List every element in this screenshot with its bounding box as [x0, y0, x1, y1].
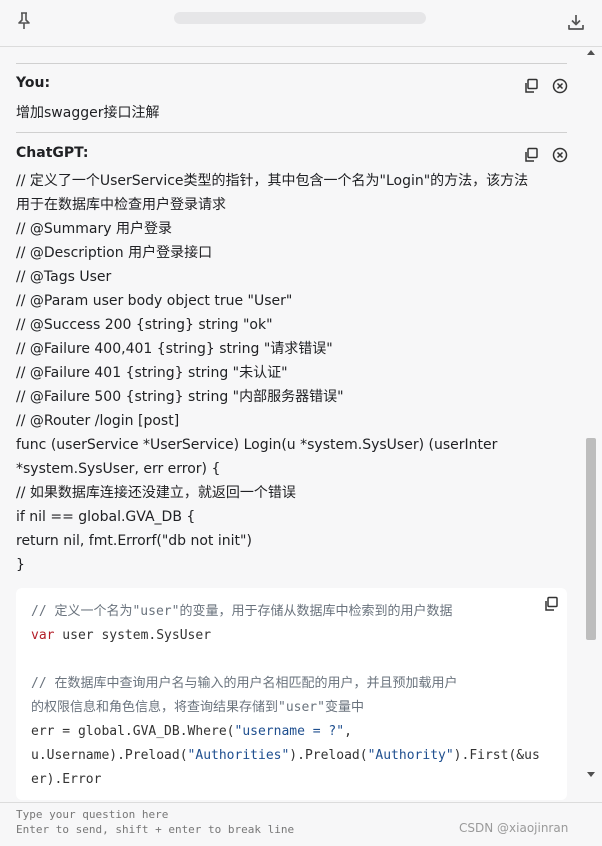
message-line: // @Failure 500 {string} string "内部服务器错误… — [16, 389, 344, 405]
message-line: return nil, fmt.Errorf("db not init") — [16, 533, 252, 549]
scroll-down-arrow-icon[interactable] — [587, 772, 595, 777]
code-block: // 定义一个名为"user"的变量，用于存储从数据库中检索到的用户数据 var… — [16, 588, 567, 800]
message-line: // @Router /login [post] — [16, 413, 180, 429]
pin-icon[interactable] — [16, 12, 32, 30]
code-line: var user system.SysUser — [31, 624, 553, 648]
message-line: // 如果数据库连接还没建立，就返回一个错误 — [16, 485, 296, 501]
placeholder-hint: Enter to send, shift + enter to break li… — [16, 823, 295, 836]
message-line: if nil == global.GVA_DB { — [16, 509, 196, 525]
message-line: *system.SysUser, err error) { — [16, 461, 221, 477]
code-text: u.Username).Preload( — [31, 748, 188, 763]
top-divider — [0, 46, 602, 47]
copy-icon[interactable] — [523, 147, 539, 163]
assistant-author-label: ChatGPT: — [16, 145, 89, 161]
message-line: // @Param user body object true "User" — [16, 293, 293, 309]
close-circle-icon[interactable] — [552, 78, 568, 94]
message-line: } — [16, 557, 25, 573]
close-circle-icon[interactable] — [552, 147, 568, 163]
message-line: 用于在数据库中检查用户登录请求 — [16, 197, 226, 213]
code-string: "Authority" — [367, 748, 454, 763]
user-author-label: You: — [16, 75, 51, 91]
top-bar — [0, 0, 602, 44]
message-line: // @Summary 用户登录 — [16, 221, 172, 237]
code-keyword: var — [31, 628, 55, 643]
scrollbar-thumb[interactable] — [586, 438, 596, 640]
message-line: // @Success 200 {string} string "ok" — [16, 317, 273, 333]
code-comment-line: // 在数据库中查询用户名与输入的用户名相匹配的用户，并且预加载用户 — [31, 676, 458, 691]
code-string: "username = ?" — [234, 724, 345, 739]
assistant-message-body: // 定义了一个UserService类型的指针，其中包含一个名为"Login"… — [16, 169, 567, 577]
message-line: // @Description 用户登录接口 — [16, 245, 213, 261]
code-line: err = global.GVA_DB.Where("username = ?"… — [31, 720, 553, 744]
watermark: CSDN @xiaojinran — [459, 821, 569, 835]
input-placeholder: Type your question here Enter to send, s… — [16, 807, 436, 837]
message-line: // 定义了一个UserService类型的指针，其中包含一个名为"Login"… — [16, 173, 529, 189]
message-divider — [16, 63, 567, 64]
scrollbar[interactable] — [584, 48, 598, 800]
code-content: // 定义一个名为"user"的变量，用于存储从数据库中检索到的用户数据 var… — [31, 600, 553, 792]
code-text: ).First(&us — [453, 748, 540, 763]
code-line: u.Username).Preload("Authorities").Prelo… — [31, 744, 553, 768]
code-text: ).Preload( — [289, 748, 368, 763]
code-line: er).Error — [31, 772, 102, 787]
url-bar — [174, 12, 426, 24]
placeholder-line: Type your question here — [16, 808, 169, 821]
download-icon[interactable] — [567, 13, 585, 31]
code-comment-line: 的权限信息和角色信息，将查询结果存储到"user"变量中 — [31, 700, 364, 715]
user-message-text: 增加swagger接口注解 — [16, 105, 160, 121]
message-line: // @Tags User — [16, 269, 112, 285]
message-line: // @Failure 400,401 {string} string "请求错… — [16, 341, 333, 357]
code-comment-line: // 定义一个名为"user"的变量，用于存储从数据库中检索到的用户数据 — [31, 604, 453, 619]
message-line: func (userService *UserService) Login(u … — [16, 437, 498, 453]
code-text: err = global.GVA_DB.Where( — [31, 724, 235, 739]
scroll-up-arrow-icon[interactable] — [587, 50, 595, 55]
message-line: // @Failure 401 {string} string "未认证" — [16, 365, 288, 381]
question-input[interactable]: Type your question here Enter to send, s… — [0, 802, 602, 846]
code-string: "Authorities" — [187, 748, 290, 763]
message-divider — [16, 132, 567, 133]
copy-icon[interactable] — [523, 78, 539, 94]
code-text: , — [344, 724, 352, 739]
code-text: user system.SysUser — [54, 628, 212, 643]
